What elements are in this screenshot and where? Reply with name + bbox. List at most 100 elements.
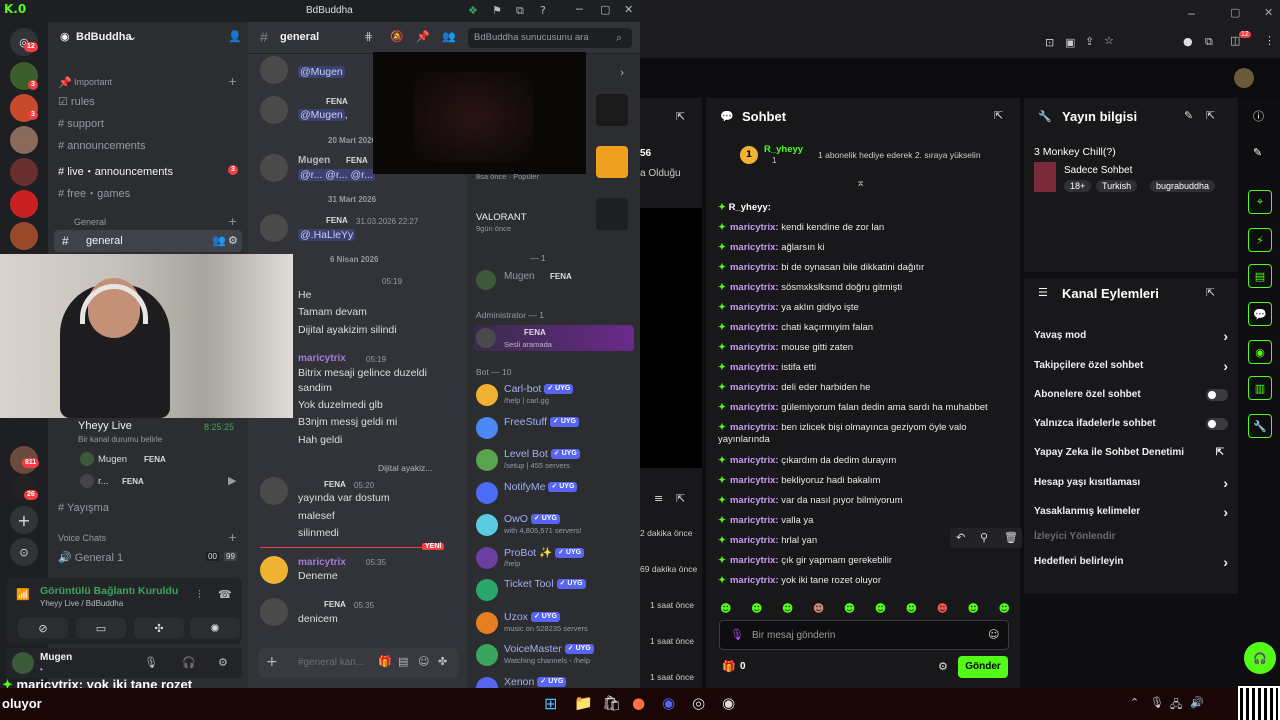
bookmark-star-icon[interactable]: ☆ <box>1104 34 1114 47</box>
chat-message[interactable]: ✦ maricytrix: istifa etti <box>718 362 1014 374</box>
message-mentions[interactable]: @r... @r... @r... <box>298 169 375 181</box>
start-icon[interactable]: ⊞ <box>544 694 557 713</box>
network-icon[interactable]: 🖧 <box>1170 696 1182 715</box>
search-input[interactable]: BdBuddha sunucusunu ara ⌕ <box>468 28 632 48</box>
server-icon[interactable] <box>10 126 38 154</box>
settings-icon[interactable]: ⚙ <box>938 660 948 673</box>
discord-icon[interactable]: ◉ <box>662 694 675 712</box>
chat-message[interactable]: ✦ maricytrix: kendi kendine de zor lan <box>718 222 1014 234</box>
voice-status[interactable]: Görüntülü Bağlantı Kuruldu <box>40 585 178 597</box>
admin-member-row[interactable]: FENA Sesli aramada <box>474 325 634 351</box>
chat-username[interactable]: maricytrix: <box>730 282 779 293</box>
channel-general-active[interactable]: # general 👥 ⚙ <box>54 230 242 252</box>
chat-message[interactable]: ✦ maricytrix: ben izlicek bişi olmayınca … <box>718 422 1014 446</box>
pen-icon[interactable]: ✎ <box>1253 146 1262 159</box>
server-icon[interactable] <box>10 190 38 218</box>
channel-support[interactable]: # support <box>58 118 104 130</box>
profile-avatar[interactable] <box>1234 68 1254 88</box>
popout-icon-2[interactable]: ⇱ <box>676 492 685 505</box>
bot-avatar[interactable] <box>476 384 498 406</box>
send-button[interactable]: Gönder <box>958 656 1008 678</box>
chat-username[interactable]: maricytrix: <box>730 555 779 566</box>
bot-name[interactable]: Level Bot ✓ UYG <box>504 448 580 460</box>
chat-username[interactable]: maricytrix: <box>730 302 779 313</box>
message-mention[interactable]: @Mugen, <box>298 109 348 121</box>
volume-icon[interactable]: 🔊 <box>1190 696 1204 709</box>
camera-off-icon[interactable]: ⊘ <box>18 618 68 638</box>
rail-wrench-icon[interactable]: 🔧 <box>1248 414 1272 438</box>
soundboard-icon[interactable]: ✺ <box>190 618 240 638</box>
chat-username[interactable]: maricytrix: <box>730 242 779 253</box>
info-popout-icon[interactable]: ⇱ <box>1206 109 1215 122</box>
category-voice[interactable]: Voice Chats <box>58 533 106 543</box>
message-mention[interactable]: @Mugen <box>298 66 345 78</box>
server-icon[interactable] <box>10 158 38 186</box>
emote-icon[interactable]: ☻ <box>937 600 948 616</box>
gif-icon[interactable]: ▤ <box>398 655 408 668</box>
channel-action-item[interactable]: Yavaş mod › <box>1034 328 1228 344</box>
message-author[interactable]: maricytrix <box>298 353 346 364</box>
emote-icon[interactable]: ☻ <box>998 600 1009 616</box>
mic-icon[interactable]: 🎙 <box>144 656 158 669</box>
filter-icon[interactable]: ≡ <box>654 492 663 505</box>
channel-settings-icon[interactable]: ⚙ <box>228 234 238 247</box>
chat-message[interactable]: ✦ maricytrix: chati kaçırmıyim falan <box>718 322 1014 334</box>
menu-icon[interactable]: ⋮ <box>1264 34 1275 47</box>
rail-doc-icon[interactable]: ▤ <box>1248 264 1272 288</box>
noise-icon[interactable]: ⫶ <box>198 588 201 602</box>
chat-popout-icon[interactable]: ⇱ <box>994 109 1003 122</box>
firefox-icon[interactable]: ● <box>632 694 645 712</box>
emote-icon[interactable]: ☻ <box>782 600 793 616</box>
emoji-icon[interactable]: ☺ <box>988 628 999 641</box>
bot-avatar[interactable] <box>476 579 498 601</box>
chat-username[interactable]: maricytrix: <box>730 382 779 393</box>
member-name[interactable]: Mugen <box>504 271 535 282</box>
activity-thumb[interactable] <box>596 94 628 126</box>
emote-icon[interactable]: ☻ <box>720 600 731 616</box>
voice-channel-general1[interactable]: 🔊 General 1 <box>58 551 123 564</box>
server-icon[interactable] <box>10 222 38 250</box>
invite-icon[interactable]: 👥 <box>212 234 226 247</box>
emote-icon[interactable]: ☻ <box>844 600 855 616</box>
add-channel-icon[interactable]: + <box>228 215 237 228</box>
activity-icon[interactable]: ✣ <box>134 618 184 638</box>
rail-bolt-icon[interactable]: ⚡ <box>1248 228 1272 252</box>
add-channel-icon[interactable]: + <box>228 75 237 88</box>
attach-plus-icon[interactable]: + <box>266 654 278 670</box>
bot-avatar[interactable] <box>476 449 498 471</box>
member-avatar[interactable] <box>476 270 496 290</box>
channel-live[interactable]: # live・announcements <box>58 163 173 179</box>
inbox-icon[interactable]: ⚑ <box>492 4 502 17</box>
obs-icon[interactable]: ◉ <box>722 694 735 712</box>
chat-username[interactable]: maricytrix: <box>730 422 779 433</box>
bot-avatar[interactable] <box>476 644 498 666</box>
stage-title[interactable]: Yheyy Live <box>78 420 132 432</box>
chat-message[interactable]: ✦ maricytrix: çıkardım da dedim durayım <box>718 455 1014 467</box>
notification-off-icon[interactable]: 🔕 <box>390 30 404 43</box>
message-avatar[interactable] <box>260 96 288 124</box>
message-author[interactable]: Mugen <box>298 155 330 166</box>
tag-chip[interactable]: 18+ <box>1064 180 1092 192</box>
add-member-icon[interactable]: 👤 <box>228 30 242 43</box>
channel-action-item[interactable]: Hedefleri belirleyin › <box>1034 554 1228 570</box>
add-channel-icon[interactable]: + <box>228 531 237 544</box>
chat-username[interactable]: maricytrix: <box>730 535 779 546</box>
screen-share-icon[interactable]: ▭ <box>76 618 126 638</box>
message-avatar[interactable] <box>260 598 288 626</box>
bot-name[interactable]: VoiceMaster ✓ UYG <box>504 643 594 655</box>
reply-preview[interactable]: Dijital ayakiz... <box>378 463 432 473</box>
tag-chip[interactable]: Turkish <box>1096 180 1138 192</box>
message-composer[interactable]: + #general kan... 🎁 ▤ ☺ ✤ <box>258 648 458 678</box>
bot-name[interactable]: Ticket Tool ✓ UYG <box>504 578 586 590</box>
chat-message[interactable]: ✦ maricytrix: ya aklın gidiyo işte <box>718 302 1014 314</box>
gift-icon[interactable]: 🎁 <box>722 660 736 673</box>
chat-username[interactable]: maricytrix: <box>730 342 779 353</box>
message-avatar[interactable] <box>260 214 288 242</box>
emote-icon[interactable]: ☻ <box>751 600 762 616</box>
bot-name[interactable]: FreeStuff ✓ UYG <box>504 416 579 428</box>
disconnect-icon[interactable]: ☎ <box>218 588 232 601</box>
channel-action-item[interactable]: Yasaklanmış kelimeler › <box>1034 504 1228 520</box>
channel-action-item[interactable]: Takipçilere özel sohbet › <box>1034 358 1228 374</box>
bot-avatar[interactable] <box>476 481 498 504</box>
message-avatar[interactable] <box>260 556 288 584</box>
